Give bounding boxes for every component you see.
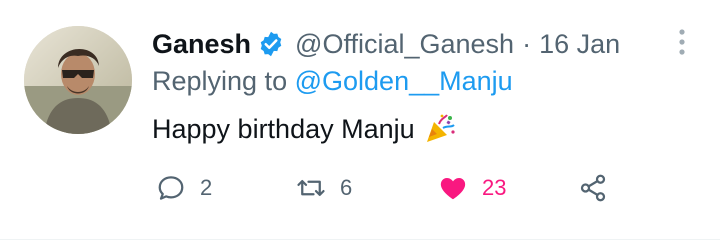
heart-icon xyxy=(438,173,468,203)
author-handle[interactable]: @Official_Ganesh xyxy=(295,29,514,60)
reply-handle-link[interactable]: @Golden__Manju xyxy=(295,66,513,96)
replying-to-label: Replying to xyxy=(152,66,288,96)
reply-button[interactable]: 2 xyxy=(156,170,212,206)
tweet-text-content: Happy birthday Manju xyxy=(152,113,415,144)
verified-badge-icon xyxy=(257,30,285,58)
retweet-button[interactable]: 6 xyxy=(296,170,352,206)
separator-dot: · xyxy=(522,28,532,59)
author-name[interactable]: Ganesh xyxy=(152,29,251,60)
replying-to-line: Replying to @Golden__Manju xyxy=(152,66,513,97)
tweet-text: Happy birthday Manju xyxy=(152,112,457,146)
tweet-header: Ganesh @Official_Ganesh · 16 Jan xyxy=(152,26,620,62)
retweet-count: 6 xyxy=(340,175,353,200)
tweet-actions: 2 6 23 xyxy=(152,170,712,206)
share-icon xyxy=(578,173,608,203)
like-button[interactable]: 23 xyxy=(438,170,506,206)
party-popper-icon xyxy=(423,112,457,146)
tweet-date[interactable]: 16 Jan xyxy=(539,29,620,60)
like-count: 23 xyxy=(482,175,507,200)
tweet[interactable]: Ganesh @Official_Ganesh · 16 Jan Replyin… xyxy=(0,0,720,240)
more-options-icon[interactable] xyxy=(670,26,694,58)
retweet-icon xyxy=(296,173,326,203)
reply-count: 2 xyxy=(200,175,213,200)
reply-icon xyxy=(156,173,186,203)
share-button[interactable] xyxy=(578,170,608,206)
avatar[interactable] xyxy=(24,26,132,134)
